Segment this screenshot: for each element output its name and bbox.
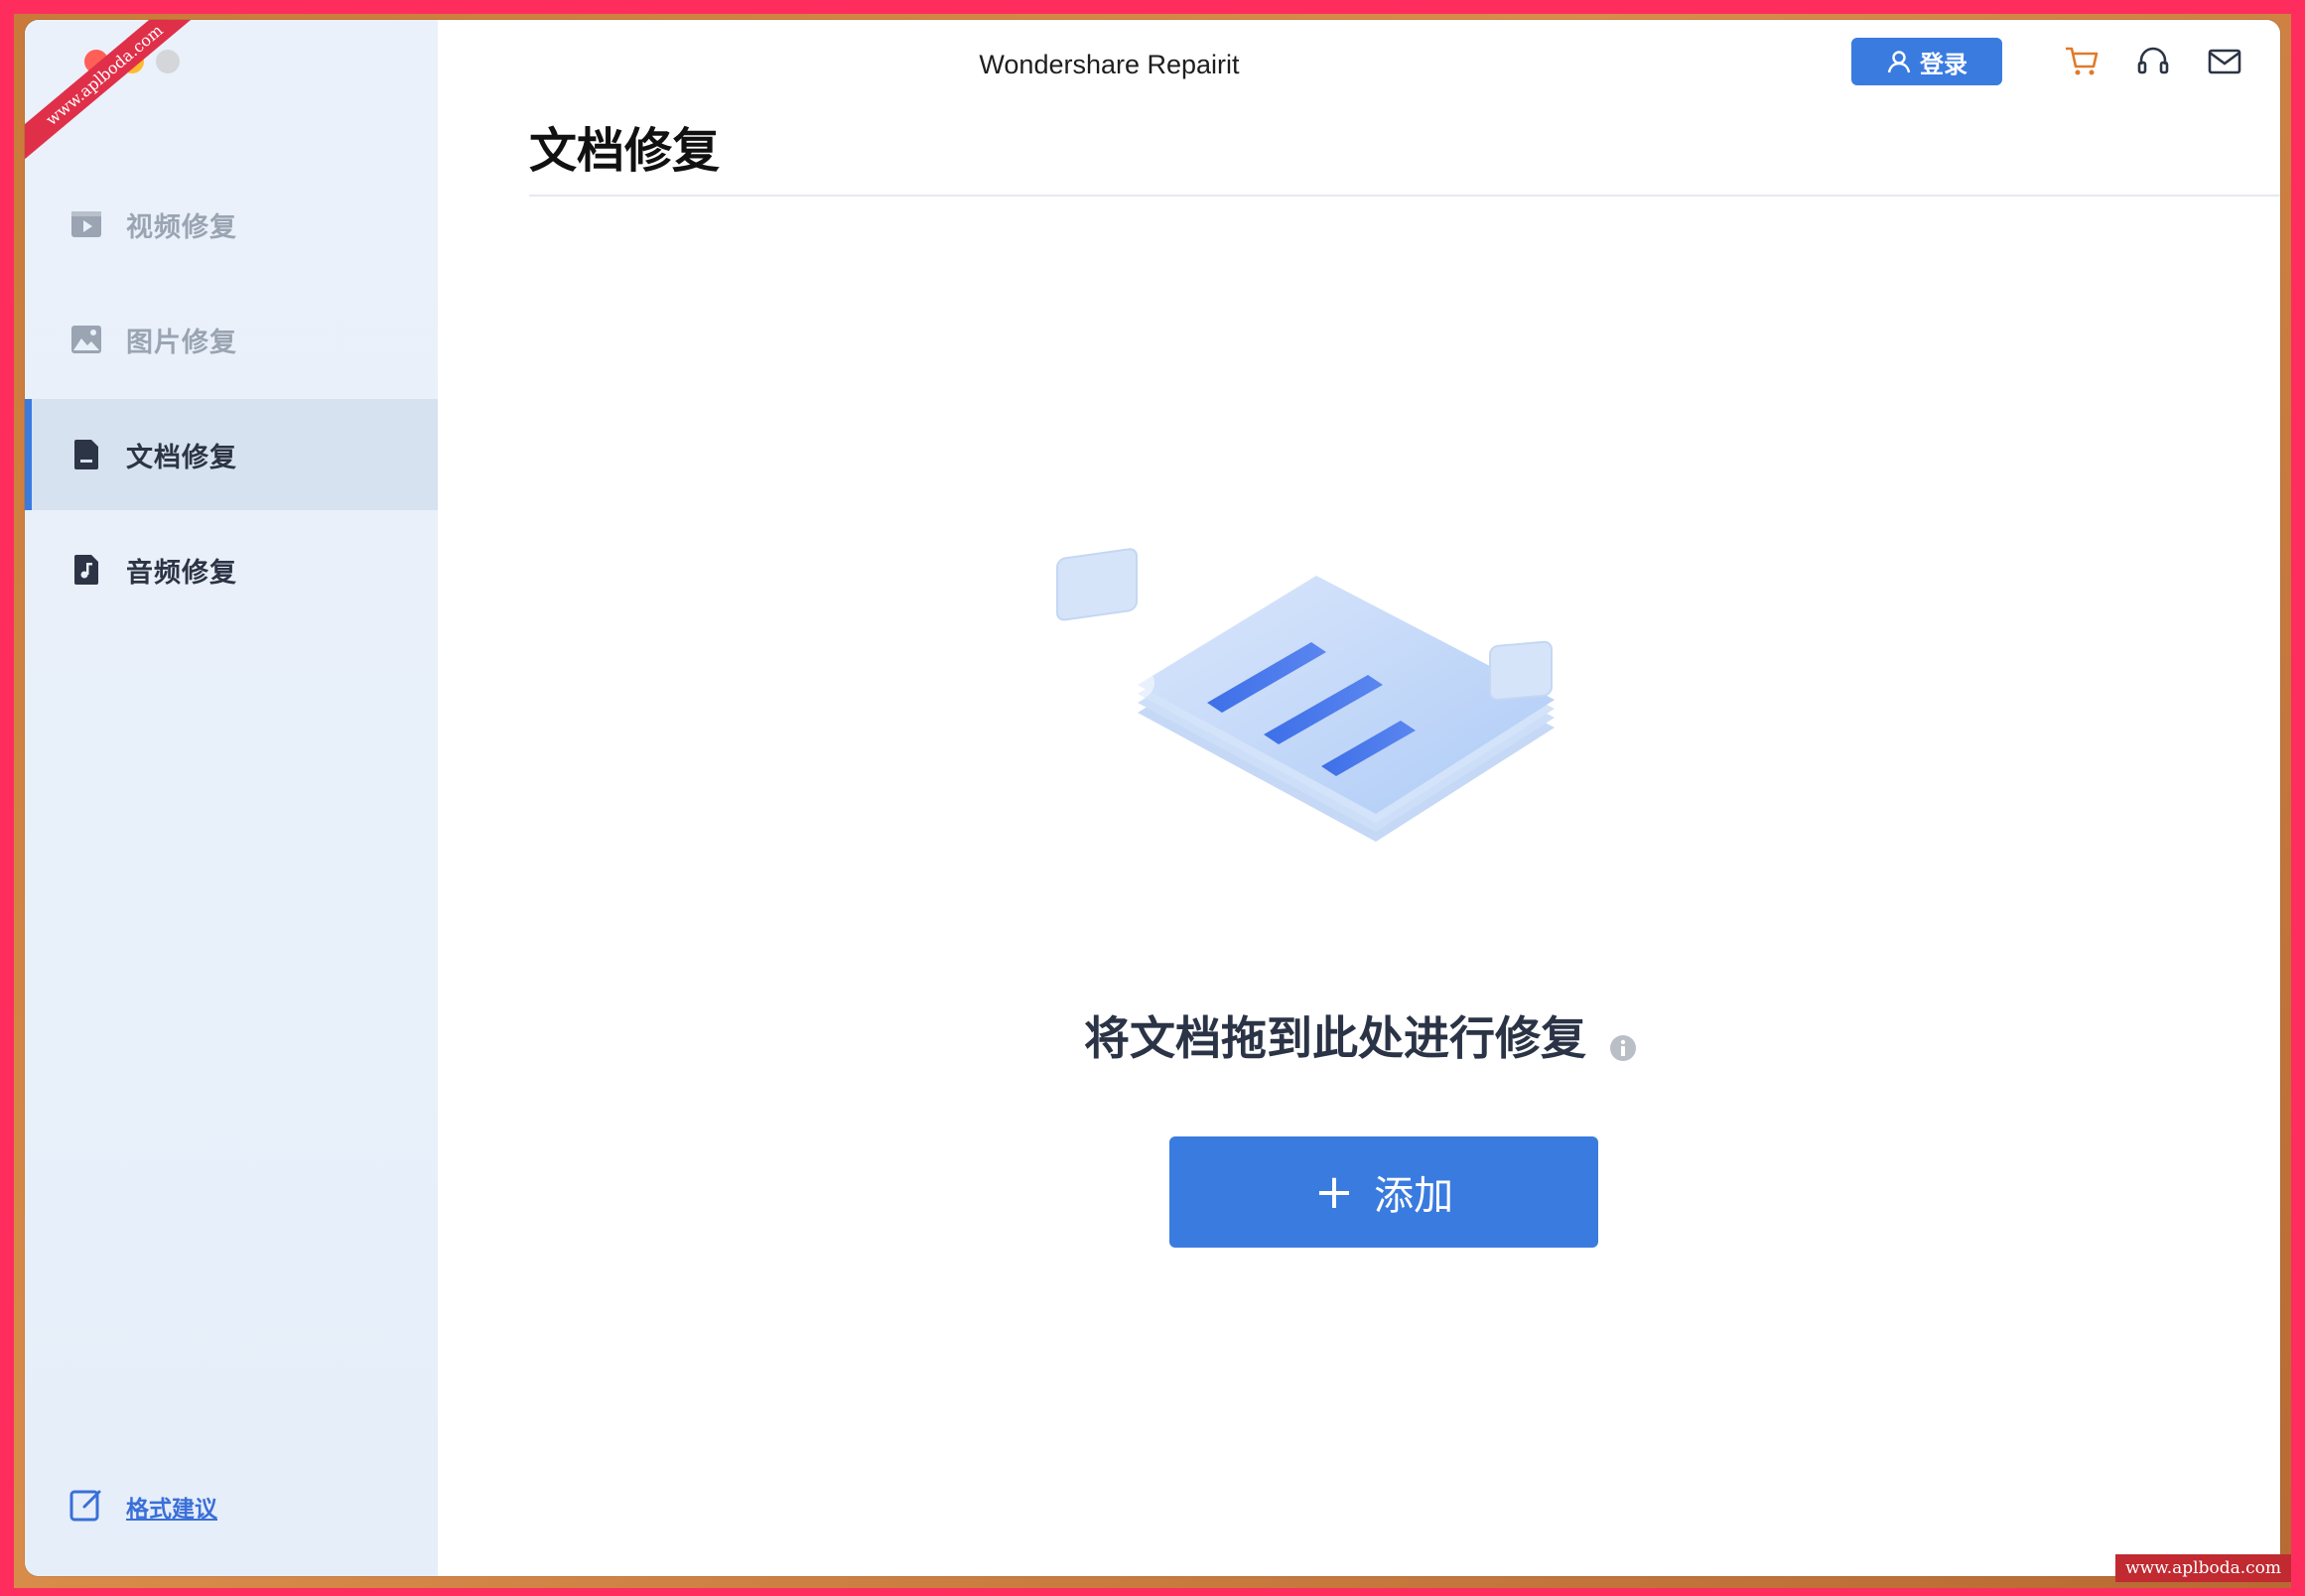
- edit-icon: [68, 1487, 104, 1527]
- title-divider: [529, 195, 2280, 197]
- add-file-button[interactable]: + 添加: [1169, 1136, 1598, 1248]
- sidebar-item-audio-repair[interactable]: 音频修复: [25, 514, 438, 625]
- image-icon: [68, 322, 104, 357]
- cart-icon[interactable]: [2060, 40, 2103, 83]
- window-controls: [84, 50, 180, 73]
- sidebar: 视频修复 图片修复 文档修复 音频修复 格式建议: [25, 20, 438, 1576]
- minimize-window-button[interactable]: [120, 50, 144, 73]
- app-window: 视频修复 图片修复 文档修复 音频修复 格式建议 Wondershare Rep…: [25, 20, 2280, 1576]
- sidebar-item-label: 视频修复: [126, 211, 237, 243]
- topbar-actions: 登录: [1851, 38, 2246, 85]
- drop-zone-prompt: 将文档拖到此处进行修复: [438, 1002, 2280, 1068]
- sidebar-nav: 视频修复 图片修复 文档修复 音频修复: [25, 169, 438, 629]
- main-panel: Wondershare Repairit 登录 文档修复 将文档拖到此处进行修复…: [438, 20, 2280, 1576]
- sidebar-item-image-repair[interactable]: 图片修复: [25, 284, 438, 395]
- login-button[interactable]: 登录: [1851, 38, 2002, 85]
- drop-zone-text: 将文档拖到此处进行修复: [1084, 1011, 1586, 1065]
- close-window-button[interactable]: [84, 50, 108, 73]
- watermark-bottom-right: www.aplboda.com: [2115, 1554, 2291, 1582]
- app-title: Wondershare Repairit: [979, 50, 1240, 79]
- sidebar-item-label: 音频修复: [126, 557, 237, 589]
- sidebar-item-document-repair[interactable]: 文档修复: [25, 399, 438, 510]
- page-title: 文档修复: [529, 123, 721, 179]
- login-label: 登录: [1920, 50, 1967, 78]
- sidebar-item-label: 文档修复: [126, 442, 237, 473]
- sidebar-item-video-repair[interactable]: 视频修复: [25, 169, 438, 280]
- document-icon: [68, 437, 104, 472]
- format-suggestion-label: 格式建议: [126, 1497, 217, 1523]
- headset-icon[interactable]: [2131, 40, 2175, 83]
- format-suggestion-link[interactable]: 格式建议: [68, 1487, 217, 1527]
- info-icon[interactable]: [1608, 1020, 1638, 1061]
- plus-icon: +: [1313, 1164, 1355, 1220]
- document-repair-illustration: [1053, 516, 1569, 913]
- user-icon: [1887, 51, 1911, 73]
- audio-file-icon: [68, 552, 104, 588]
- mail-icon[interactable]: [2203, 40, 2246, 83]
- video-icon: [68, 206, 104, 242]
- add-button-label: 添加: [1374, 1173, 1454, 1219]
- sidebar-item-label: 图片修复: [126, 327, 237, 358]
- zoom-window-button[interactable]: [156, 50, 180, 73]
